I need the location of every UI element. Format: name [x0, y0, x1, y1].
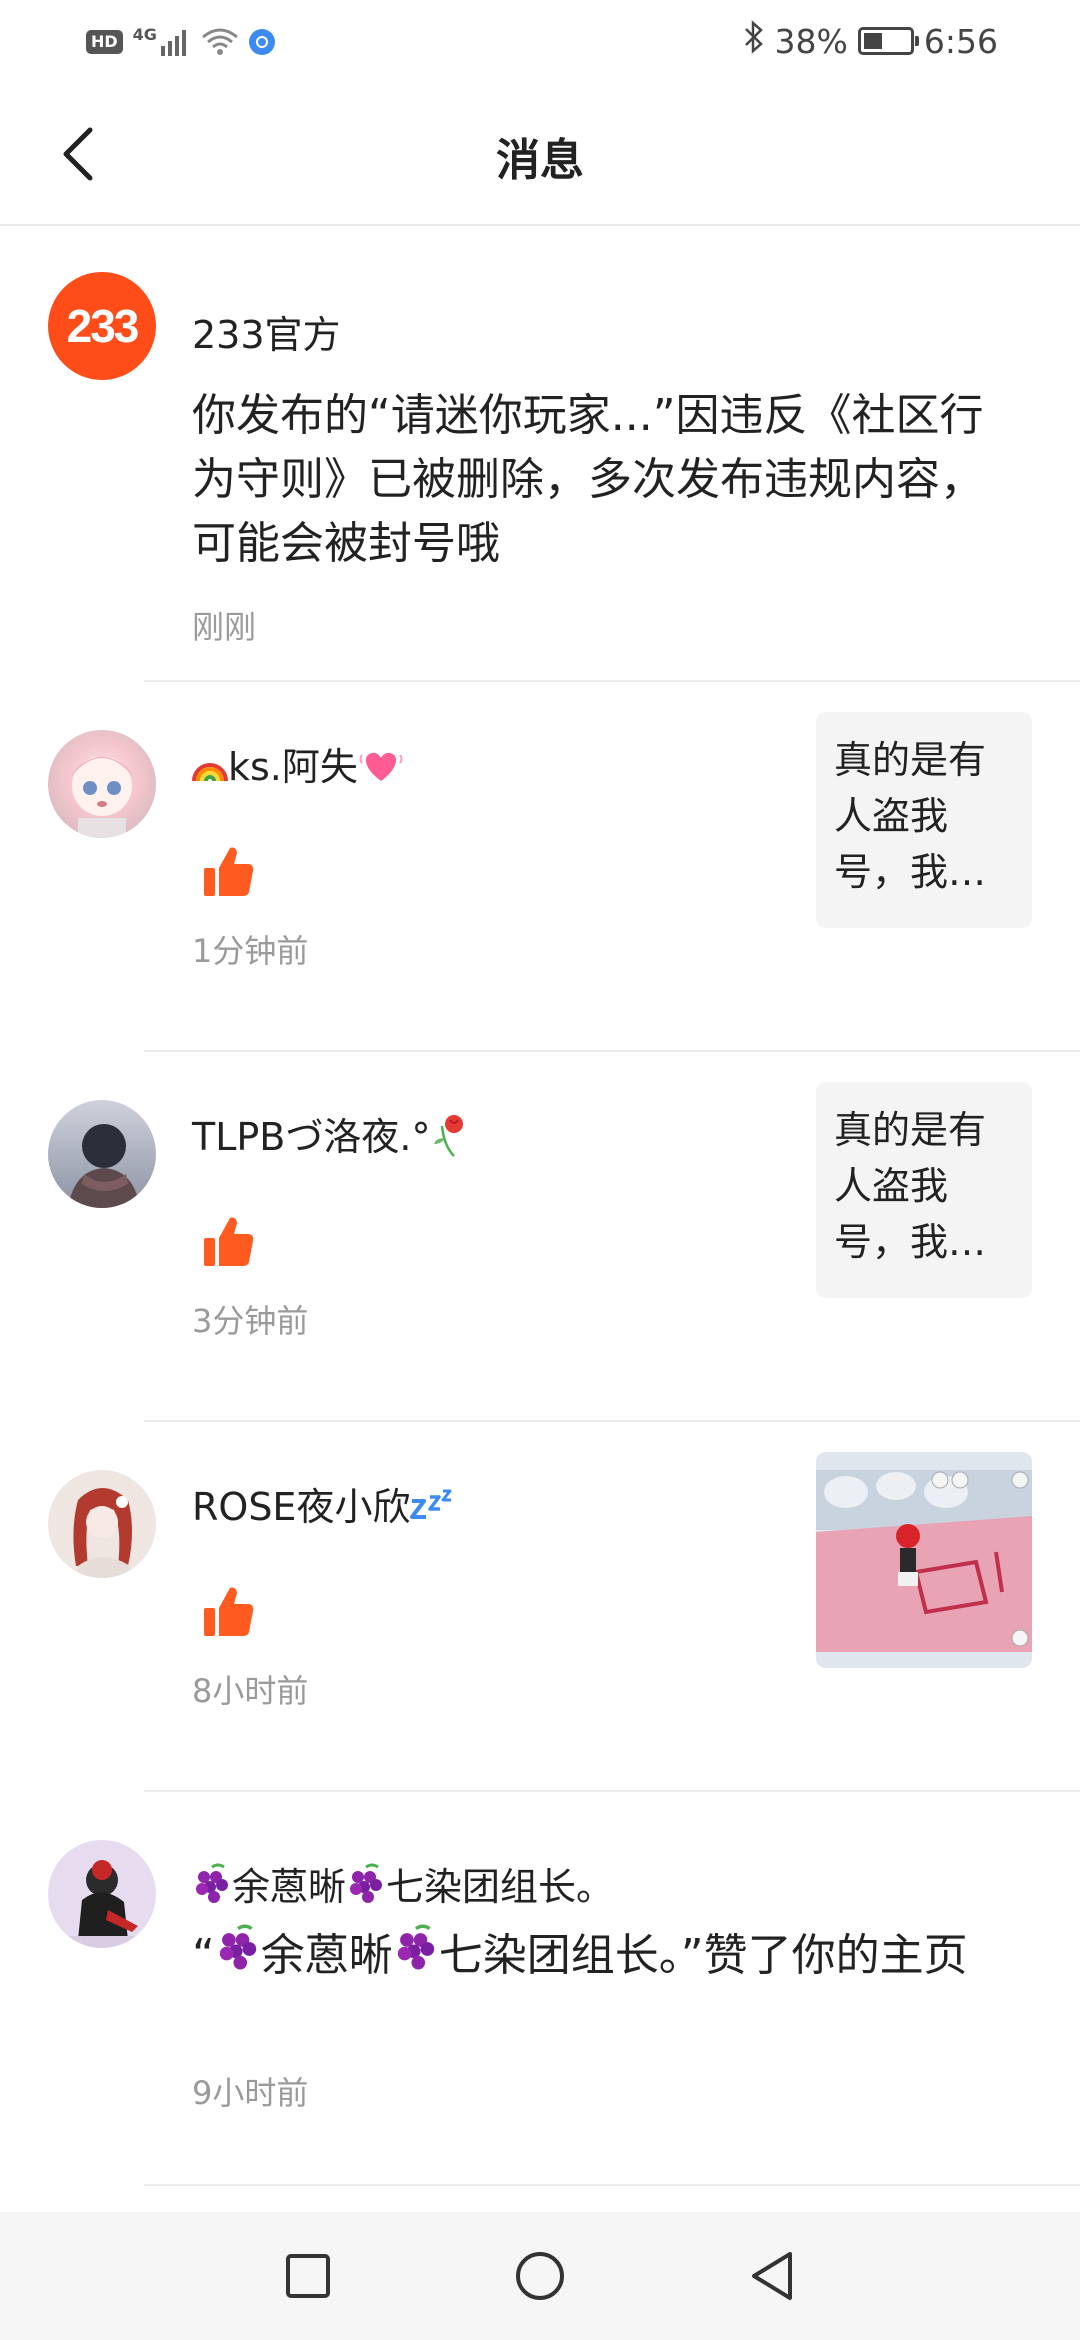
- sender-name: ks.阿失: [192, 736, 404, 794]
- avatar[interactable]: [48, 1840, 156, 1948]
- thumbs-up-icon: [200, 844, 260, 904]
- comment-preview[interactable]: 真的是有人盗我号，我…: [816, 1082, 1032, 1298]
- status-bar: HD 4G 38% 6:56: [0, 0, 1080, 84]
- message-text: “ 余蒽晰 七染团组长。”赞了你的主页: [192, 1924, 992, 1992]
- comment-preview[interactable]: 真的是有人盗我号，我…: [816, 712, 1032, 928]
- avatar[interactable]: [48, 1100, 156, 1208]
- status-right: 38% 6:56: [743, 18, 998, 64]
- sender-name: 余蒽晰 七染团组长。: [192, 1856, 614, 1916]
- home-circle-icon[interactable]: [512, 2248, 568, 2304]
- grapes-emoji: [215, 1924, 261, 1992]
- clock: 6:56: [923, 21, 998, 61]
- preview-text: 真的是有人盗我号，我…: [834, 1108, 987, 1264]
- timestamp: 3分钟前: [192, 1302, 309, 1340]
- avatar[interactable]: 233: [48, 272, 156, 380]
- preview-text: 真的是有人盗我号，我…: [834, 738, 987, 894]
- system-nav-bar: [0, 2212, 1080, 2340]
- message-item[interactable]: TLPBづ洛夜.° 3分钟前 真的是有人盗我号，我…: [0, 1052, 1080, 1422]
- timestamp: 刚刚: [192, 608, 257, 646]
- bluetooth-icon: [743, 20, 765, 62]
- page-title: 消息: [496, 135, 584, 186]
- vpn-icon: [248, 29, 275, 55]
- pink-heart-emoji: [358, 745, 404, 794]
- avatar-logo-text: 233: [66, 300, 140, 352]
- top-app-bar: 消息: [0, 84, 1080, 226]
- message-list: 233 233官方 你发布的“请迷你玩家...”因违反《社区行为守则》已被删除，…: [0, 226, 1080, 2186]
- sender-name: ROSE夜小欣: [192, 1476, 456, 1532]
- sender-name: 233官方: [192, 313, 341, 357]
- grapes-emoji: [192, 1863, 232, 1916]
- timestamp: 9小时前: [192, 2074, 309, 2112]
- status-left-icons: HD 4G: [86, 22, 275, 62]
- back-triangle-icon[interactable]: [744, 2248, 800, 2304]
- thumbs-up-icon: [200, 1584, 260, 1644]
- network-type: 4G: [132, 24, 157, 44]
- timestamp: 1分钟前: [192, 932, 309, 970]
- divider: [144, 2184, 1080, 2186]
- timestamp: 8小时前: [192, 1672, 309, 1710]
- game-screenshot-thumbnail[interactable]: [816, 1452, 1032, 1668]
- sender-name: TLPBづ洛夜.°: [192, 1106, 472, 1167]
- avatar[interactable]: [48, 1470, 156, 1578]
- message-item[interactable]: ks.阿失 1分钟前 真的是有人盗我号，我…: [0, 682, 1080, 1052]
- thumbs-up-icon: [200, 1214, 260, 1274]
- grapes-emoji: [393, 1924, 439, 1992]
- recents-square-icon[interactable]: [280, 2248, 336, 2304]
- battery-icon: [857, 27, 919, 55]
- rainbow-emoji: [192, 748, 228, 792]
- message-item[interactable]: ROSE夜小欣 8小时前: [0, 1422, 1080, 1792]
- signal-icon: [160, 28, 191, 56]
- hd-badge: HD: [86, 30, 123, 54]
- wifi-icon: [201, 27, 239, 57]
- battery-percent: 38%: [774, 21, 848, 61]
- zzz-emoji: [410, 1487, 456, 1532]
- avatar[interactable]: [48, 730, 156, 838]
- grapes-emoji: [346, 1863, 386, 1916]
- message-item[interactable]: 余蒽晰 七染团组长。 “ 余蒽晰 七染团组长。”赞了你的主页 9小时前: [0, 1792, 1080, 2186]
- message-item[interactable]: 233 233官方 你发布的“请迷你玩家...”因违反《社区行为守则》已被删除，…: [0, 226, 1080, 682]
- message-text: 你发布的“请迷你玩家...”因违反《社区行为守则》已被删除，多次发布违规内容，可…: [192, 390, 984, 569]
- wilted-rose-emoji: [430, 1112, 472, 1167]
